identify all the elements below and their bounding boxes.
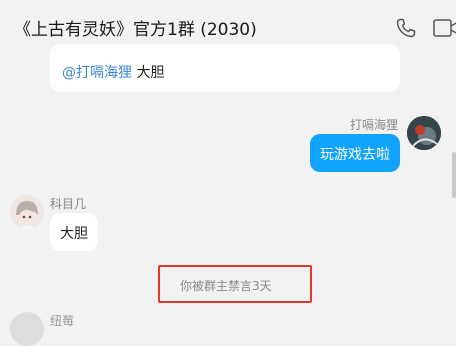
previous-message-body: 大胆 <box>132 65 165 81</box>
mention-link[interactable]: @打嗝海狸 <box>62 65 132 81</box>
other-message-text: 大胆 <box>60 226 88 242</box>
other-message-bubble[interactable]: 大胆 <box>50 213 98 251</box>
self-sender-name: 打嗝海狸 <box>349 118 398 132</box>
anime-avatar-icon <box>10 195 44 229</box>
group-title[interactable]: 《上古有灵妖》官方1群 (2030) <box>14 15 257 40</box>
avatar-image-icon <box>407 116 441 150</box>
video-camera-icon[interactable] <box>432 16 456 40</box>
self-avatar[interactable] <box>407 116 441 150</box>
previous-message-bubble[interactable]: @打嗝海狸 大胆 <box>50 44 400 92</box>
other-sender-name: 科目几 <box>50 197 87 211</box>
self-message-bubble[interactable]: 玩游戏去啦 <box>310 134 400 172</box>
scrollbar-thumb[interactable] <box>452 152 456 198</box>
next-sender-name: 纽莓 <box>50 314 75 328</box>
system-notice-highlight: 你被群主禁言3天 <box>158 265 312 303</box>
next-avatar[interactable] <box>10 312 44 346</box>
phone-icon[interactable] <box>394 16 418 40</box>
self-message-text: 玩游戏去啦 <box>320 147 390 163</box>
system-notice-text: 你被群主禁言3天 <box>180 279 272 293</box>
other-avatar[interactable] <box>10 195 44 229</box>
previous-message-text: @打嗝海狸 大胆 <box>62 62 164 82</box>
